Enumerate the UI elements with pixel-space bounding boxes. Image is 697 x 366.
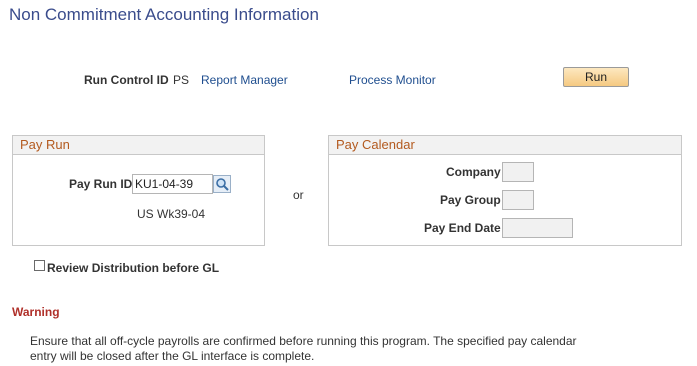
pay-run-lookup-button[interactable]	[213, 175, 231, 193]
pay-run-description: US Wk39-04	[137, 207, 206, 221]
review-distribution-label: Review Distribution before GL	[47, 261, 220, 275]
warning-title: Warning	[12, 305, 60, 319]
company-label: Company	[446, 165, 501, 179]
pay-end-date-field[interactable]	[502, 218, 573, 238]
page-title: Non Commitment Accounting Information	[9, 5, 319, 24]
warning-line-1: Ensure that all off-cycle payrolls are c…	[30, 334, 577, 348]
pay-calendar-header: Pay Calendar	[329, 136, 681, 155]
run-control-id-label: Run Control ID	[84, 73, 169, 87]
pay-group-label: Pay Group	[440, 193, 501, 207]
process-monitor-link[interactable]: Process Monitor	[349, 73, 436, 87]
pay-run-id-label: Pay Run ID	[69, 177, 133, 191]
pay-group-field[interactable]	[502, 190, 534, 210]
or-separator: or	[293, 188, 304, 202]
company-field[interactable]	[502, 162, 534, 182]
pay-end-date-label: Pay End Date	[424, 221, 501, 235]
review-distribution-checkbox[interactable]	[34, 260, 45, 271]
run-button[interactable]: Run	[563, 67, 629, 87]
report-manager-link[interactable]: Report Manager	[201, 73, 288, 87]
warning-text: Ensure that all off-cycle payrolls are c…	[30, 334, 620, 364]
pay-run-header: Pay Run	[13, 136, 264, 155]
run-control-id-value: PS	[173, 73, 190, 87]
magnifier-icon	[216, 178, 229, 191]
pay-run-id-input[interactable]	[132, 174, 213, 194]
warning-line-2: entry will be closed after the GL interf…	[30, 349, 315, 363]
